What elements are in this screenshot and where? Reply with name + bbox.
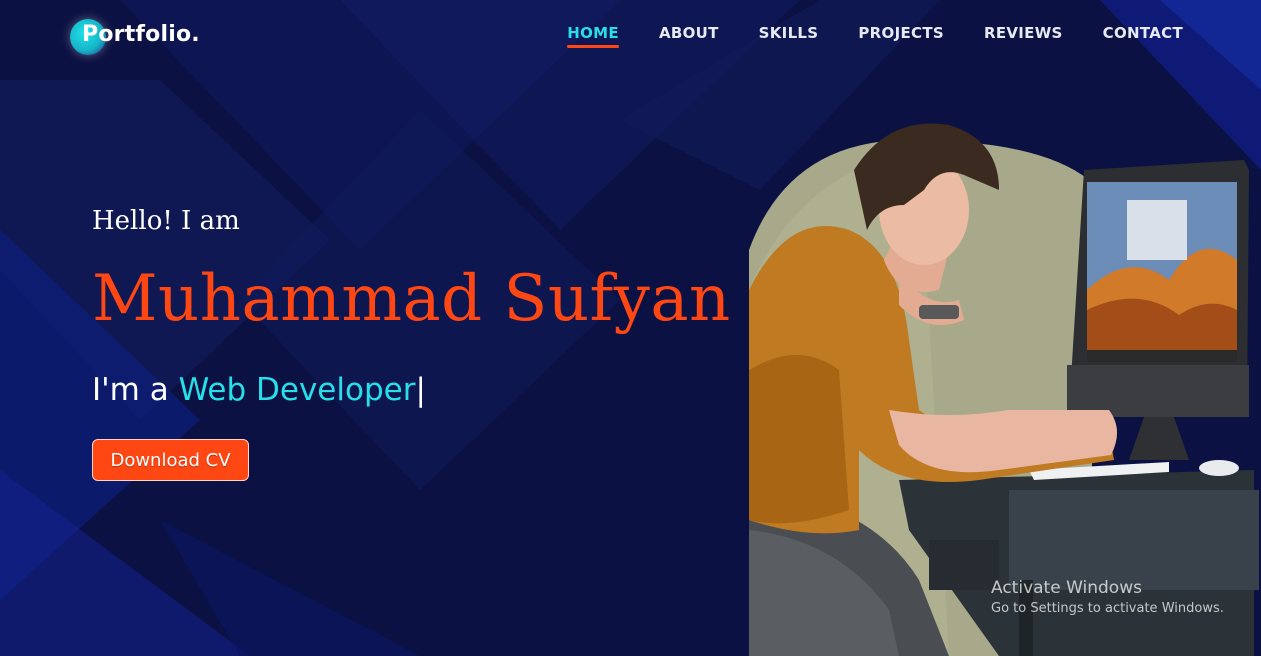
nav-about[interactable]: ABOUT <box>659 24 719 46</box>
logo-text: Portfolio. <box>82 22 200 47</box>
nav-home[interactable]: HOME <box>567 24 619 48</box>
hero-photo <box>749 110 1261 656</box>
download-cv-button[interactable]: Download CV <box>92 439 249 481</box>
typing-cursor: | <box>415 372 426 408</box>
nav-reviews[interactable]: REVIEWS <box>984 24 1063 46</box>
nav-skills[interactable]: SKILLS <box>759 24 819 46</box>
main-nav: HOME ABOUT SKILLS PROJECTS REVIEWS CONTA… <box>567 24 1183 48</box>
windows-activation-watermark: Activate Windows Go to Settings to activ… <box>991 578 1224 616</box>
watermark-subtitle: Go to Settings to activate Windows. <box>991 601 1224 616</box>
nav-contact[interactable]: CONTACT <box>1103 24 1183 46</box>
hero-name: Muhammad Sufyan <box>92 262 731 336</box>
role-typed-text: Web Developer <box>178 372 416 408</box>
role-prefix: I'm a <box>92 372 179 408</box>
hero-greeting: Hello! I am <box>92 206 240 236</box>
logo[interactable]: Portfolio. <box>70 18 200 56</box>
navbar: Portfolio. HOME ABOUT SKILLS PROJECTS RE… <box>0 0 1261 72</box>
nav-projects[interactable]: PROJECTS <box>858 24 944 46</box>
hero-role: I'm a Web Developer| <box>92 372 426 408</box>
watermark-title: Activate Windows <box>991 578 1142 598</box>
